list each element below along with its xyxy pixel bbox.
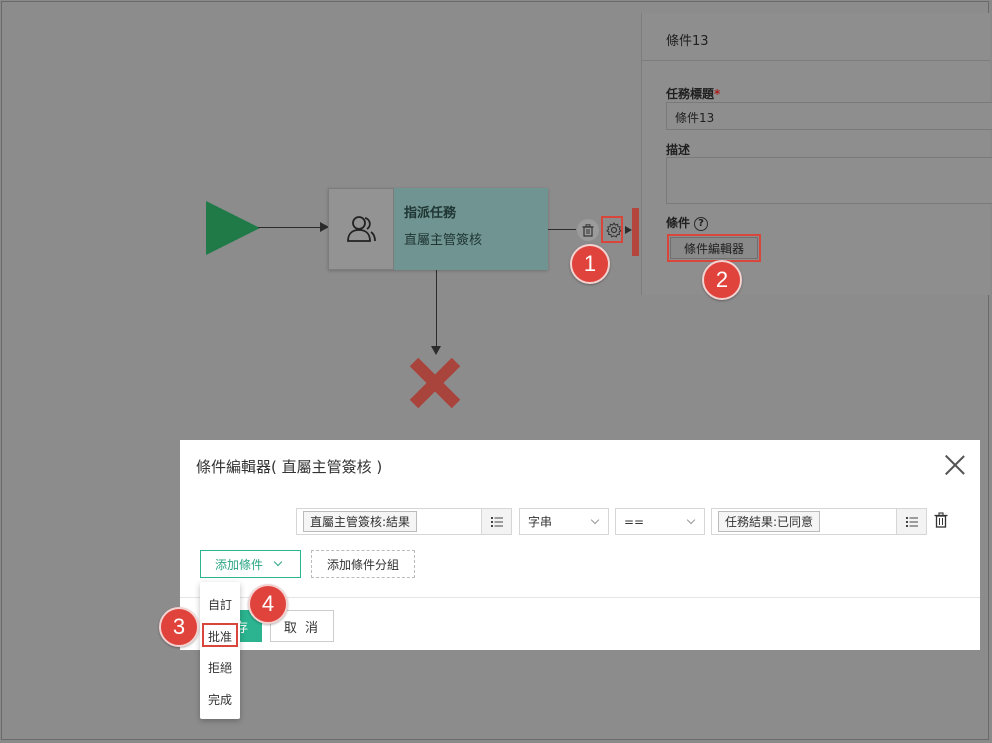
required-mark: * — [714, 87, 721, 101]
condition-editor-dialog: 條件編輯器( 直屬主管簽核 ) 直屬主管簽核:結果 字串 == 任務結果:已同意 — [180, 440, 980, 650]
task-title-input[interactable]: 條件13 — [666, 102, 992, 130]
task-subtitle: 直屬主管簽核 — [404, 233, 483, 248]
task-title: 指派任務 — [404, 206, 457, 221]
task-title-label-text: 任務標題 — [666, 87, 715, 101]
end-node-icon[interactable] — [408, 356, 462, 410]
description-label: 描述 — [666, 143, 691, 157]
condition-type-select[interactable]: 字串 — [519, 508, 609, 535]
highlight-approve — [202, 623, 238, 647]
menu-item-reject[interactable]: 拒絕 — [200, 659, 240, 676]
condition-value-select[interactable]: 任務結果:已同意 — [711, 508, 927, 535]
step-badge-1: 1 — [570, 244, 610, 284]
trash-icon — [582, 223, 594, 237]
delete-node-button[interactable] — [577, 219, 599, 241]
chevron-down-icon — [590, 515, 600, 525]
chevron-down-icon — [686, 515, 696, 525]
delete-condition-icon[interactable] — [934, 512, 948, 528]
task-title-label: 任務標題* — [666, 85, 720, 102]
highlight-condition-editor — [667, 234, 761, 262]
description-textarea[interactable] — [666, 157, 992, 204]
task-body: 指派任務 直屬主管簽核 — [394, 188, 548, 270]
field-tag: 直屬主管簽核:結果 — [303, 511, 418, 532]
condition-operator-select[interactable]: == — [615, 508, 705, 535]
help-icon[interactable]: ? — [694, 216, 709, 231]
panel-header: 條件13 — [642, 13, 990, 61]
dialog-title: 條件編輯器( 直屬主管簽核 ) — [196, 458, 383, 476]
step-badge-2: 2 — [702, 260, 742, 300]
add-condition-menu: 自訂 批准 拒絕 完成 — [200, 582, 240, 719]
connector-arrowhead-down — [431, 346, 441, 355]
field-list-button[interactable] — [481, 509, 511, 534]
task-icon-box — [328, 188, 394, 270]
connector-arrowhead-right — [625, 226, 632, 234]
close-icon[interactable] — [944, 454, 966, 476]
highlight-gear — [601, 216, 623, 243]
menu-item-custom[interactable]: 自訂 — [200, 596, 240, 613]
condition-node-edge — [632, 208, 639, 256]
properties-panel: 條件13 任務標題* 條件13 描述 條件? 條件編輯器 — [641, 13, 992, 295]
task-node[interactable]: 指派任務 直屬主管簽核 — [328, 188, 548, 270]
list-icon — [490, 516, 503, 527]
connector-task-right — [548, 229, 576, 230]
start-node-icon[interactable] — [206, 201, 262, 255]
condition-label: 條件? — [666, 214, 709, 231]
operator-value: == — [624, 514, 645, 529]
condition-label-text: 條件 — [666, 216, 691, 230]
add-condition-group-button[interactable]: 添加條件分組 — [311, 550, 415, 578]
add-condition-label: 添加條件 — [215, 557, 264, 572]
value-list-button[interactable] — [896, 509, 926, 534]
type-value: 字串 — [528, 515, 553, 529]
chevron-down-icon — [273, 557, 283, 567]
list-icon — [905, 516, 918, 527]
menu-item-complete[interactable]: 完成 — [200, 691, 240, 708]
dialog-footer-divider — [180, 597, 980, 598]
users-icon — [347, 216, 376, 242]
add-condition-button[interactable]: 添加條件 — [200, 550, 301, 578]
connector-task-end — [436, 270, 437, 347]
condition-field-select[interactable]: 直屬主管簽核:結果 — [296, 508, 512, 535]
step-badge-3: 3 — [159, 607, 199, 647]
value-tag: 任務結果:已同意 — [718, 511, 821, 532]
connector-start-task — [258, 227, 322, 228]
step-badge-4: 4 — [248, 584, 288, 624]
